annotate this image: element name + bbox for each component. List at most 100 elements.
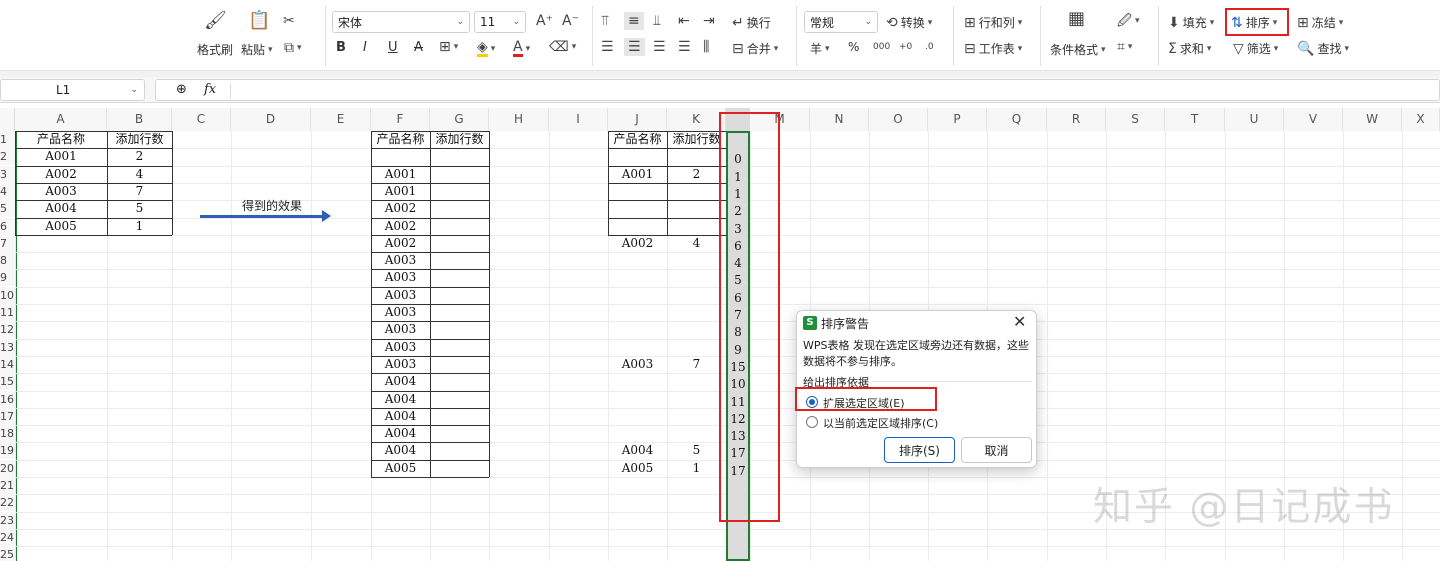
column-l-cell[interactable]: 6: [726, 290, 750, 307]
indent-increase-icon[interactable]: ⇥: [703, 14, 715, 28]
table2-cell[interactable]: A003: [371, 321, 430, 338]
conditional-format-button[interactable]: 条件格式 ▾: [1050, 41, 1106, 58]
column-header[interactable]: W: [1343, 108, 1402, 131]
table1-cell[interactable]: A003: [15, 183, 107, 200]
thousands-icon[interactable]: 000: [873, 40, 890, 54]
convert-button[interactable]: ⟲ 转换 ▾: [886, 14, 932, 31]
table3-cell[interactable]: A001: [608, 166, 667, 183]
table1-cell[interactable]: A005: [15, 218, 107, 235]
row-header[interactable]: 17: [0, 407, 15, 425]
table2-cell[interactable]: A003: [371, 287, 430, 304]
table2-cell[interactable]: A003: [371, 252, 430, 269]
option-current-label[interactable]: 以当前选定区域排序(C): [823, 415, 938, 431]
table2-cell[interactable]: A004: [371, 391, 430, 408]
column-header[interactable]: I: [549, 108, 608, 131]
table2-cell[interactable]: A003: [371, 356, 430, 373]
column-l-cell[interactable]: 17: [726, 445, 750, 462]
row-header[interactable]: 12: [0, 321, 15, 339]
table1-cell[interactable]: 4: [107, 166, 172, 183]
format-painter-button[interactable]: 格式刷: [197, 41, 233, 58]
cell-size-icon[interactable]: ⌗ ▾: [1117, 40, 1132, 54]
column-header[interactable]: O: [869, 108, 928, 131]
font-size-select[interactable]: 11 ⌄: [474, 11, 526, 33]
row-header[interactable]: 13: [0, 338, 15, 356]
column-header[interactable]: D: [231, 108, 311, 131]
table1-cell[interactable]: A004: [15, 200, 107, 217]
spreadsheet-grid[interactable]: ABCDEFGHIJKLMNOPQRSTUVWX 123456789101112…: [0, 103, 1440, 561]
column-l-cell[interactable]: 6: [726, 238, 750, 255]
align-right-icon[interactable]: ☰: [653, 40, 666, 54]
align-bottom-icon[interactable]: ⫫: [653, 14, 661, 28]
row-header[interactable]: 9: [0, 269, 15, 287]
table2-cell[interactable]: A004: [371, 442, 430, 459]
italic-button[interactable]: I: [363, 40, 367, 55]
table3-cell[interactable]: A003: [608, 356, 667, 373]
increase-decimal-icon[interactable]: +0: [899, 40, 912, 54]
conditional-format-icon[interactable]: ▦: [1068, 10, 1085, 28]
cut-icon[interactable]: ✂: [283, 14, 295, 28]
table2-cell[interactable]: A004: [371, 408, 430, 425]
column-l-cell[interactable]: 13: [726, 428, 750, 445]
select-all-corner[interactable]: [0, 108, 15, 131]
table1-header-cell[interactable]: 添加行数: [107, 131, 172, 148]
zoom-icon[interactable]: ⊕: [176, 82, 187, 97]
cell-style-icon[interactable]: 🖉 ▾: [1117, 14, 1139, 28]
table3-cell[interactable]: A002: [608, 235, 667, 252]
row-header[interactable]: 19: [0, 442, 15, 460]
fill-color-icon[interactable]: ◈ ▾: [477, 40, 495, 57]
table2-cell[interactable]: A004: [371, 373, 430, 390]
font-name-select[interactable]: 宋体 ⌄: [332, 11, 470, 33]
worksheet-button[interactable]: ⊟ 工作表 ▾: [964, 40, 1022, 57]
name-box[interactable]: L1 ⌄: [0, 79, 145, 101]
merge-button[interactable]: ⊟ 合并 ▾: [732, 40, 778, 57]
row-header[interactable]: 6: [0, 217, 15, 235]
currency-button[interactable]: 羊 ▾: [810, 40, 830, 57]
fill-button[interactable]: ⬇ 填充 ▾: [1168, 14, 1214, 31]
find-button[interactable]: 🔍 查找 ▾: [1297, 40, 1349, 57]
row-header[interactable]: 21: [0, 477, 15, 494]
table2-cell[interactable]: A002: [371, 200, 430, 217]
clear-format-icon[interactable]: ⌫ ▾: [549, 40, 576, 54]
table2-cell[interactable]: A003: [371, 304, 430, 321]
column-header[interactable]: Q: [987, 108, 1047, 131]
wrap-text-button[interactable]: ↵ 换行: [732, 14, 771, 31]
align-center-icon[interactable]: ☰: [624, 38, 645, 56]
row-header[interactable]: 25: [0, 546, 15, 561]
table2-cell[interactable]: A004: [371, 425, 430, 442]
freeze-button[interactable]: ⊞ 冻结 ▾: [1297, 14, 1343, 31]
column-header[interactable]: H: [489, 108, 549, 131]
column-l-cell[interactable]: 10: [726, 376, 750, 393]
sum-button[interactable]: Σ 求和 ▾: [1168, 40, 1211, 57]
table3-cell[interactable]: 5: [667, 442, 726, 459]
column-header[interactable]: R: [1047, 108, 1106, 131]
column-l-cell[interactable]: 1: [726, 169, 750, 186]
column-header[interactable]: S: [1106, 108, 1165, 131]
percent-button[interactable]: %: [848, 40, 859, 54]
row-header[interactable]: 15: [0, 373, 15, 391]
cancel-button[interactable]: 取消: [961, 437, 1032, 463]
column-header[interactable]: C: [172, 108, 231, 131]
column-l-cell[interactable]: 0: [726, 151, 750, 168]
table2-cell[interactable]: A001: [371, 183, 430, 200]
column-header[interactable]: E: [311, 108, 371, 131]
column-header[interactable]: J: [608, 108, 667, 131]
table3-cell[interactable]: A005: [608, 460, 667, 477]
column-header[interactable]: X: [1402, 108, 1440, 131]
row-header[interactable]: 4: [0, 182, 15, 200]
row-header[interactable]: 2: [0, 148, 15, 166]
column-header[interactable]: N: [810, 108, 869, 131]
table1-cell[interactable]: A001: [15, 148, 107, 165]
column-l-cell[interactable]: 8: [726, 324, 750, 341]
table3-cell[interactable]: 2: [667, 166, 726, 183]
column-header[interactable]: U: [1225, 108, 1284, 131]
column-l-cell[interactable]: 1: [726, 186, 750, 203]
increase-font-icon[interactable]: A⁺: [536, 14, 553, 28]
format-painter-icon[interactable]: 🖌: [204, 12, 227, 30]
align-top-icon[interactable]: ⫪: [601, 14, 609, 28]
row-header[interactable]: 5: [0, 200, 15, 218]
table2-header-cell[interactable]: 产品名称: [371, 131, 430, 148]
column-l-cell[interactable]: 7: [726, 307, 750, 324]
column-l-cell[interactable]: 5: [726, 272, 750, 289]
underline-button[interactable]: U: [388, 40, 398, 55]
bold-button[interactable]: B: [336, 40, 346, 55]
